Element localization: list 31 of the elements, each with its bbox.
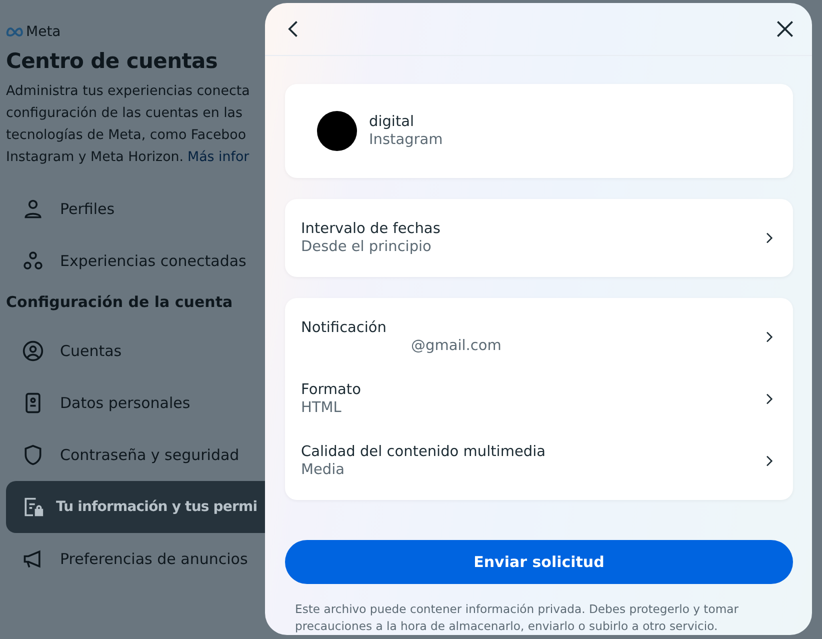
option-row[interactable]: Formato HTML <box>285 368 793 430</box>
nav-item[interactable]: Perfiles <box>6 183 265 235</box>
nav-item[interactable]: Tu información y tus permi <box>6 481 265 533</box>
submit-button[interactable]: Enviar solicitud <box>285 540 793 584</box>
privacy-note: Este archivo puede contener información privada. Debes protegerlo y tomar precauciones a la hora de almacenarlo, enviarlo o subirlo a otro servicio. <box>295 601 740 635</box>
nav-item[interactable]: Preferencias de anuncios <box>6 533 265 585</box>
nav-item[interactable]: Datos personales <box>6 377 265 429</box>
close-icon[interactable] <box>774 18 796 40</box>
nav-item[interactable]: Experiencias conectadas <box>6 235 265 287</box>
description-text: Administra tus experiencias conecta <box>6 84 250 99</box>
account-icon <box>22 340 44 362</box>
date-range-row[interactable]: Intervalo de fechas Desde el principio <box>285 207 793 269</box>
account-name: digital <box>369 114 416 130</box>
nodes-icon <box>22 250 44 272</box>
account-platform: Instagram <box>369 132 443 148</box>
option-row[interactable]: Notificación @gmail.com <box>285 306 793 368</box>
section-heading: Configuración de la cuenta <box>6 293 234 311</box>
description-text: configuración de las cuentas en las <box>6 106 242 121</box>
page-title: Centro de cuentas <box>6 49 219 73</box>
description-text: tecnologías de Meta, como Faceboo <box>6 128 246 143</box>
description-text: Instagram y Meta Horizon. <box>6 150 184 165</box>
document-lock-icon <box>22 496 44 518</box>
nav-item[interactable]: Contraseña y seguridad <box>6 429 265 481</box>
avatar <box>317 111 357 151</box>
nav-item[interactable]: Cuentas <box>6 325 265 377</box>
option-row[interactable]: Calidad del contenido multimedia Media <box>285 430 793 492</box>
brand-name: Meta <box>26 24 61 40</box>
meta-logo-icon <box>6 27 24 37</box>
more-info-link[interactable]: Más infor <box>188 150 250 165</box>
person-icon <box>22 198 44 220</box>
shield-icon <box>22 444 44 466</box>
